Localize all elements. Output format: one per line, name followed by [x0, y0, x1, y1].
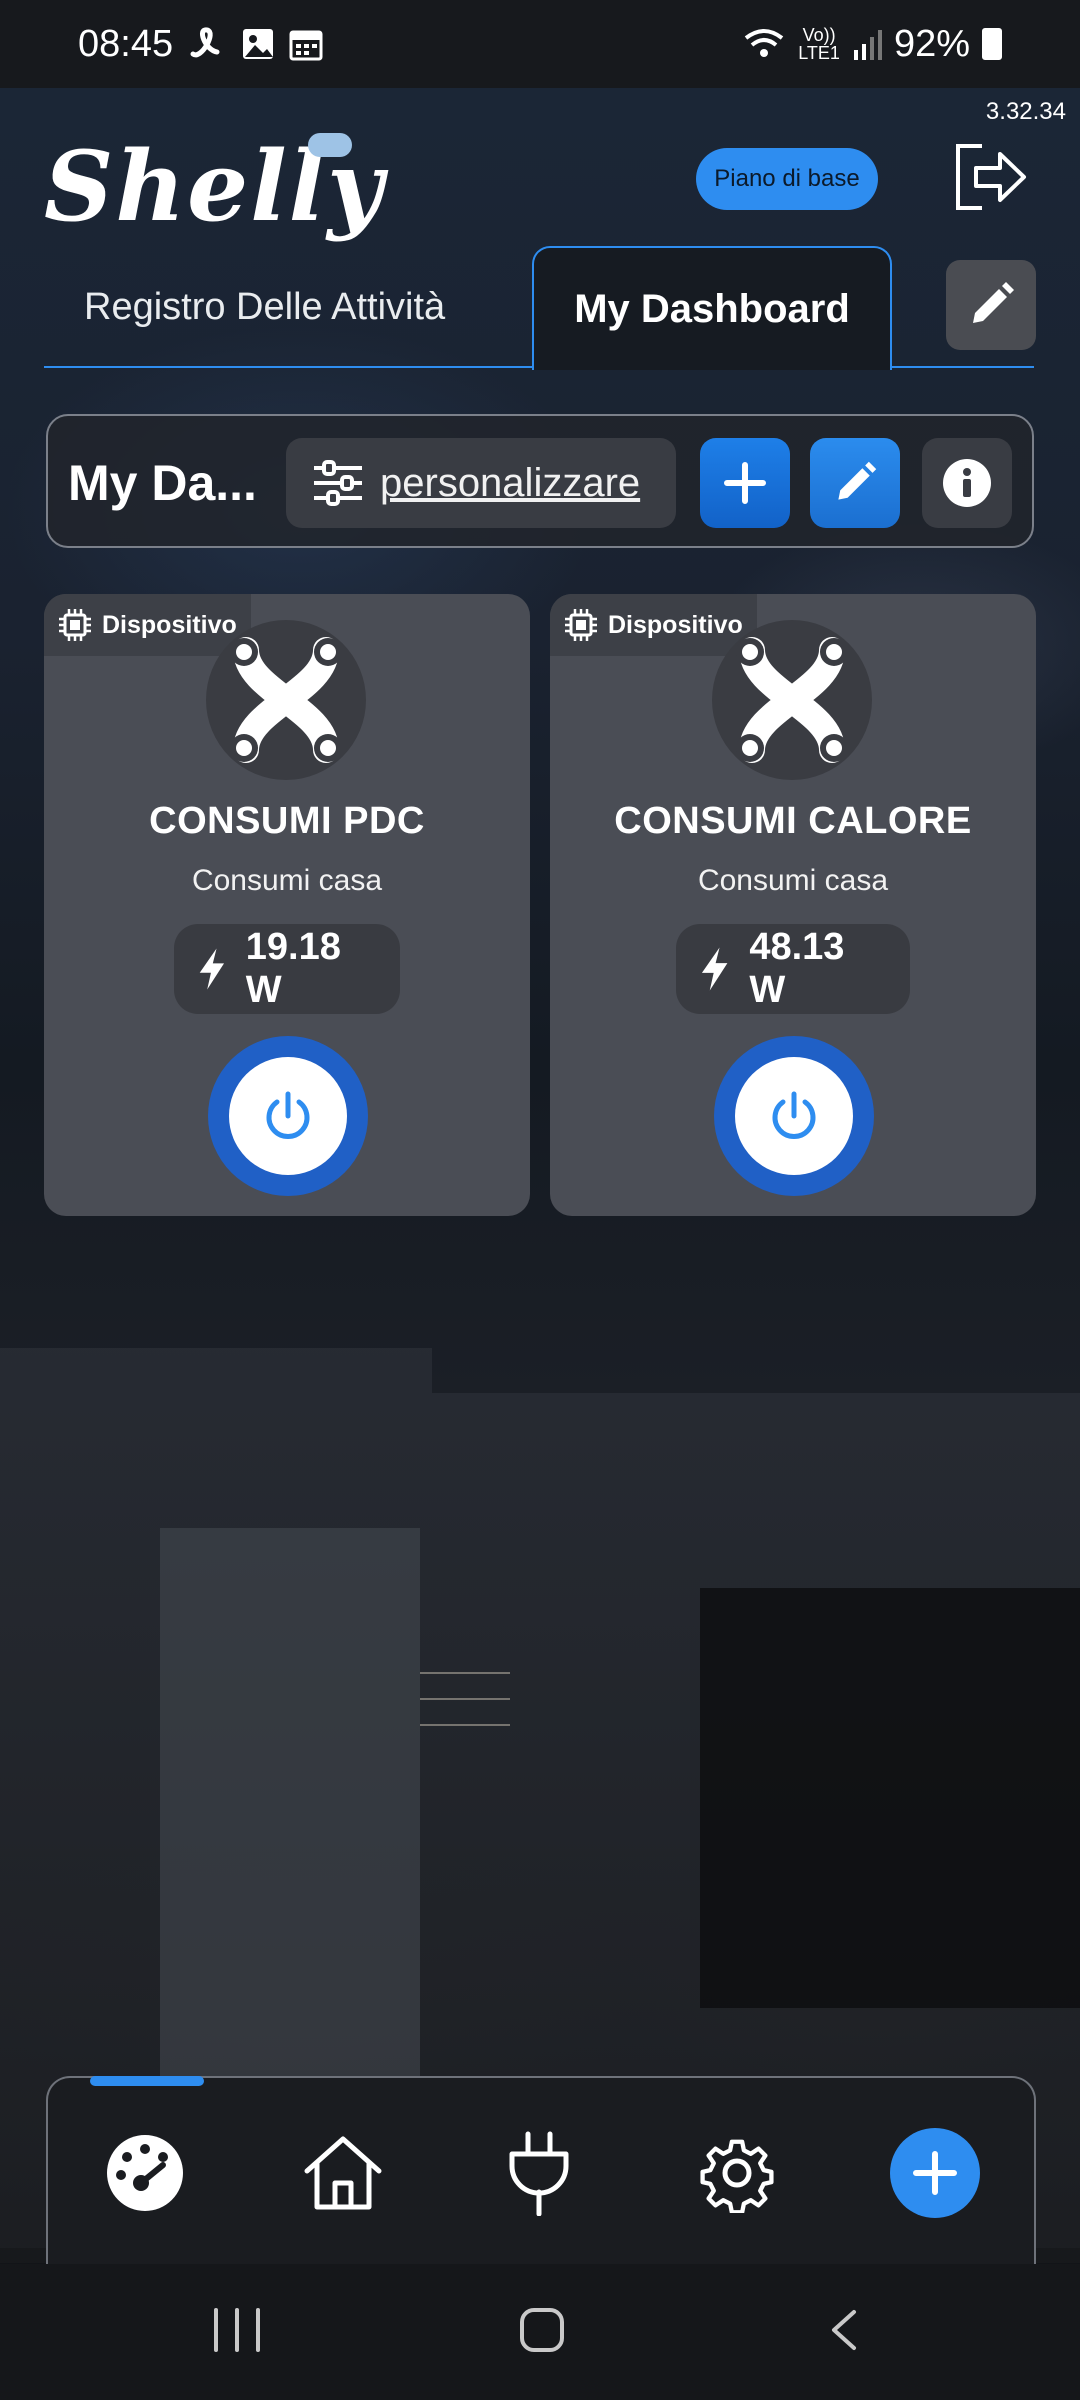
system-navigation-bar [0, 2264, 1080, 2400]
edit-dashboard-button[interactable] [810, 438, 900, 528]
plus-icon [724, 462, 766, 504]
cloud-icon [308, 133, 352, 157]
nav-dashboard[interactable] [100, 2128, 190, 2218]
calendar-notification-icon [289, 30, 323, 61]
logout-icon [956, 144, 1026, 210]
active-tab-indicator [90, 2076, 204, 2086]
battery-percent: 92% [893, 22, 970, 65]
power-reading: 19.18 W [174, 924, 400, 1014]
lightning-icon [701, 947, 728, 991]
power-icon [772, 1091, 816, 1139]
app-version: 3.32.34 [985, 98, 1066, 125]
device-title: CONSUMI PDC [149, 800, 425, 842]
recent-apps-button[interactable] [214, 2308, 260, 2352]
customize-label: personalizzare [380, 460, 641, 505]
power-icon [266, 1091, 310, 1139]
add-widget-button[interactable] [700, 438, 790, 528]
device-room: Consumi casa [697, 864, 889, 897]
background-wall [160, 1528, 420, 2088]
device-type-icon [712, 620, 872, 780]
device-room: Consumi casa [191, 864, 383, 897]
gear-icon [700, 2139, 774, 2213]
device-type-icon [206, 620, 366, 780]
plus-icon [913, 2151, 957, 2195]
gallery-notification-icon [243, 29, 274, 59]
dashboard-gauge-icon [107, 2135, 183, 2211]
info-button[interactable] [922, 438, 1012, 528]
dashboard-name[interactable]: My Da... [68, 454, 257, 512]
chip-icon [59, 609, 91, 641]
nav-home[interactable] [298, 2128, 388, 2218]
status-time: 08:45 [78, 22, 174, 65]
dashboard-toolbar: My Da... personalizzare [46, 414, 1034, 548]
app-notification-icon [190, 27, 220, 58]
pencil-icon [838, 461, 877, 500]
home-button[interactable] [520, 2308, 564, 2352]
plan-badge[interactable]: Piano di base [696, 148, 878, 210]
chip-icon [565, 609, 597, 641]
status-bar: 08:45 Vo)) LTE1 92% [0, 0, 1080, 88]
bottom-navigation [46, 2076, 1036, 2266]
nav-devices[interactable] [494, 2128, 584, 2218]
nav-settings[interactable] [692, 2128, 782, 2218]
nav-add-button[interactable] [890, 2128, 980, 2218]
info-icon [943, 459, 991, 507]
battery-icon [982, 28, 1002, 60]
power-reading: 48.13 W [676, 924, 910, 1014]
customize-button[interactable]: personalizzare [286, 438, 676, 528]
power-value: 48.13 W [749, 926, 845, 1011]
tab-my-dashboard[interactable]: My Dashboard [532, 246, 892, 370]
pencil-icon [973, 282, 1014, 323]
wifi-icon [745, 29, 784, 57]
back-button[interactable] [828, 2308, 858, 2352]
plug-icon [509, 2131, 569, 2216]
tab-bar: Registro Delle Attività My Dashboard [44, 246, 1036, 370]
volte-text: Vo)) [802, 25, 836, 45]
tab-activity-log[interactable]: Registro Delle Attività [84, 286, 445, 329]
edit-tabs-button[interactable] [946, 260, 1036, 350]
home-icon [304, 2136, 382, 2210]
power-toggle-button[interactable] [714, 1036, 874, 1196]
network-text: LTE1 [798, 43, 840, 63]
device-title: CONSUMI CALORE [614, 800, 972, 842]
background-doorway [700, 1588, 1080, 2008]
volte-label: Vo)) LTE1 [798, 26, 840, 62]
power-toggle-button[interactable] [208, 1036, 368, 1196]
device-card[interactable]: Dispositivo CONSUMI CALORE Consumi casa … [550, 594, 1036, 1216]
sliders-icon [314, 460, 362, 506]
lightning-icon [199, 948, 225, 990]
background-wall-lettering [420, 1648, 580, 1758]
signal-icon [853, 30, 882, 60]
power-value: 19.18 W [245, 926, 341, 1011]
device-card[interactable]: Dispositivo CONSUMI PDC Consumi casa 19.… [44, 594, 530, 1216]
logout-button[interactable] [952, 142, 1030, 212]
